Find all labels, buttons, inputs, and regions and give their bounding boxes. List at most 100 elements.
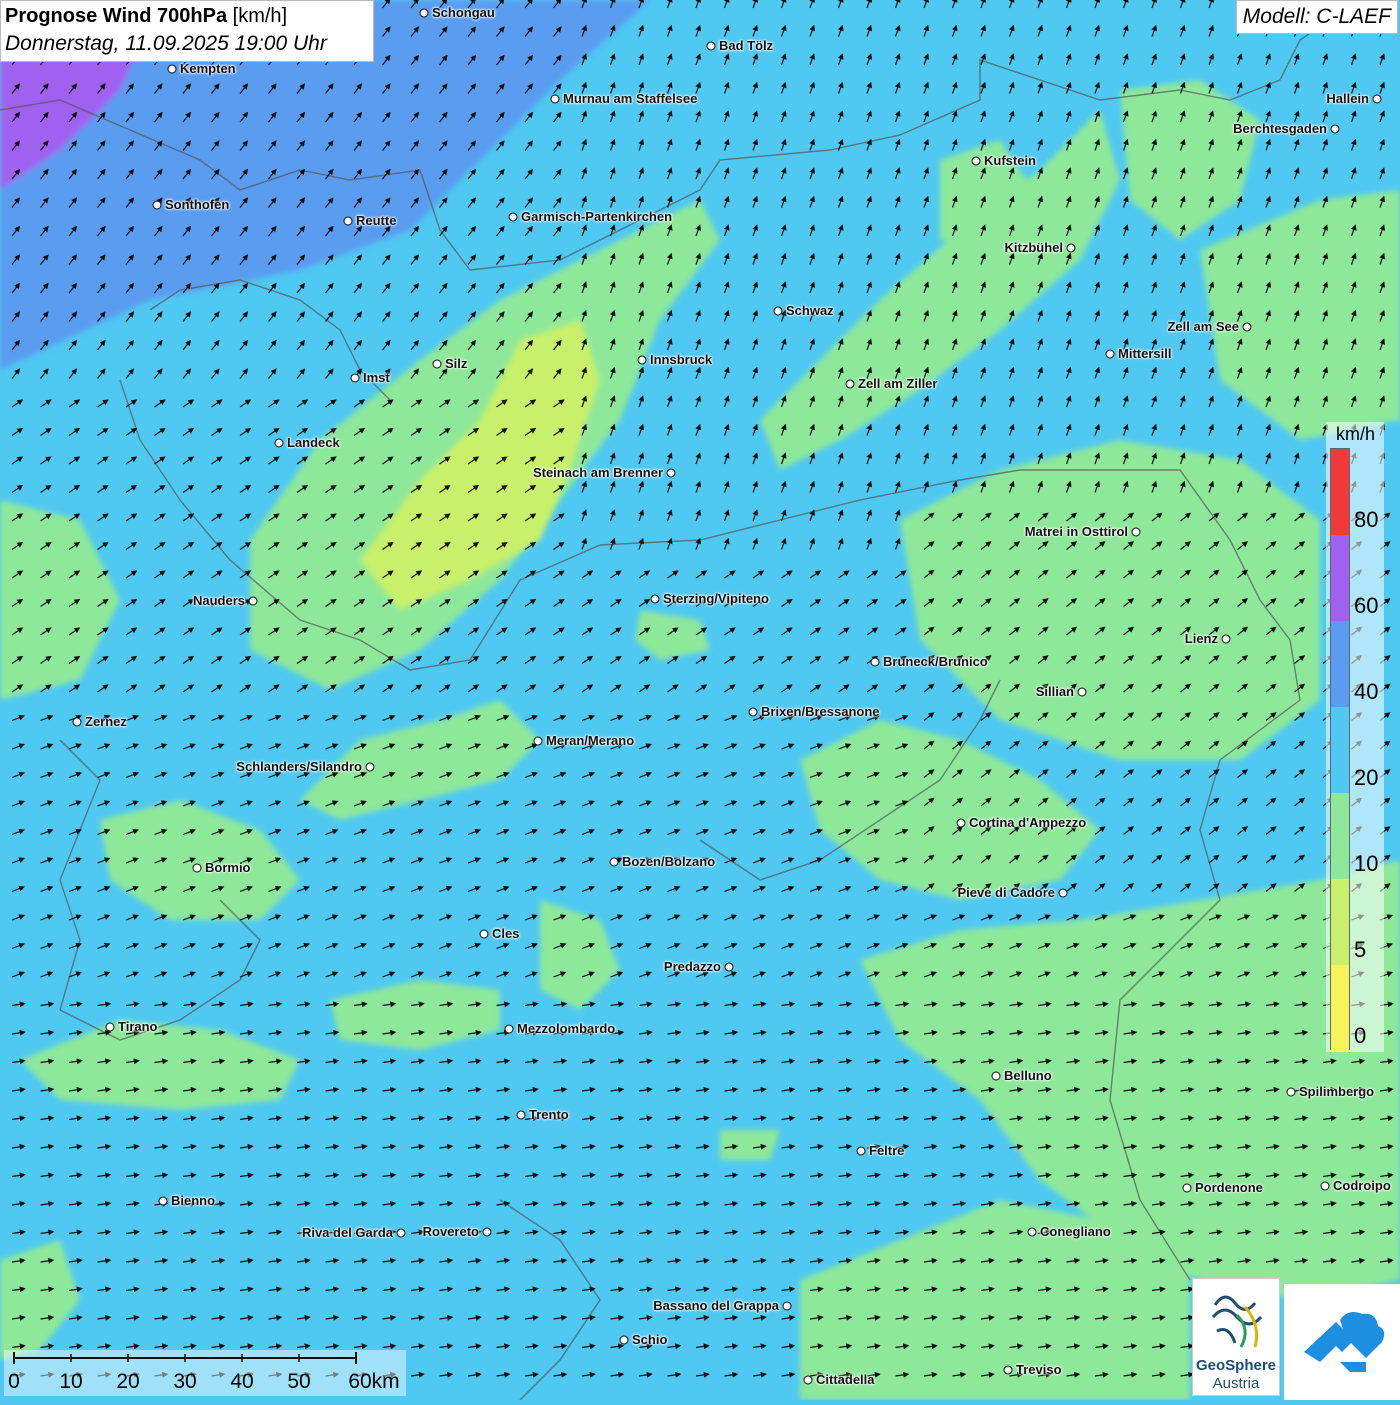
city-marker[interactable] <box>508 212 518 222</box>
city-label: Treviso <box>1016 1362 1062 1377</box>
city-marker[interactable] <box>343 216 353 226</box>
city-label: Schongau <box>432 5 495 20</box>
city-label: Schwaz <box>786 303 834 318</box>
legend-swatch <box>1331 793 1349 879</box>
city-marker[interactable] <box>1330 124 1340 134</box>
city-marker[interactable] <box>274 438 284 448</box>
city-label: Matrei in Osttirol <box>1024 524 1128 539</box>
city-label: Belluno <box>1004 1068 1052 1083</box>
city-marker[interactable] <box>609 857 619 867</box>
legend-swatch <box>1331 535 1349 621</box>
legend-tick-label: 5 <box>1354 937 1367 962</box>
city-marker[interactable] <box>1105 349 1115 359</box>
city-marker[interactable] <box>192 863 202 873</box>
city-label: Mittersill <box>1118 346 1172 361</box>
legend-tick-label: 10 <box>1354 851 1379 876</box>
city-marker[interactable] <box>1320 1181 1330 1191</box>
logo-name-line1: GeoSphere <box>1195 1357 1277 1374</box>
city-marker[interactable] <box>971 156 981 166</box>
city-marker[interactable] <box>856 1146 866 1156</box>
city-label: Predazzo <box>663 959 721 974</box>
city-marker[interactable] <box>72 717 82 727</box>
city-marker[interactable] <box>637 355 647 365</box>
city-marker[interactable] <box>1058 888 1068 898</box>
city-label: Pieve di Cadore <box>957 885 1055 900</box>
city-label: Reutte <box>356 213 397 228</box>
city-marker[interactable] <box>105 1022 115 1032</box>
logo-name-line2: Austria <box>1212 1375 1260 1392</box>
city-label: Zernez <box>85 714 127 729</box>
scale-label: 0 <box>8 1370 20 1393</box>
city-label: Cittadella <box>816 1372 875 1387</box>
city-marker[interactable] <box>516 1110 526 1120</box>
weather-app-logo[interactable] <box>1284 1284 1400 1400</box>
city-marker[interactable] <box>396 1228 406 1238</box>
city-marker[interactable] <box>158 1196 168 1206</box>
city-marker[interactable] <box>666 468 676 478</box>
city-marker[interactable] <box>803 1375 813 1385</box>
city-marker[interactable] <box>365 762 375 772</box>
city-label: Innsbruck <box>650 352 713 367</box>
legend-swatch <box>1331 879 1349 965</box>
city-label: Nauders <box>192 593 245 608</box>
city-marker[interactable] <box>650 594 660 604</box>
cloud-arrow-icon <box>1304 1312 1385 1372</box>
city-label: Pordenone <box>1195 1180 1263 1195</box>
scale-bar: 0 10 20 30 40 50 60km <box>4 1350 406 1396</box>
city-marker[interactable] <box>350 373 360 383</box>
city-label: Feltre <box>869 1143 905 1158</box>
city-label: Murnau am Staffelsee <box>563 91 698 106</box>
legend-swatch <box>1331 965 1349 1051</box>
scale-label: 40 <box>230 1370 254 1393</box>
city-label: Kempten <box>180 61 236 76</box>
city-marker[interactable] <box>1286 1087 1296 1097</box>
city-label: Sonthofen <box>165 197 230 212</box>
city-marker[interactable] <box>724 962 734 972</box>
city-marker[interactable] <box>1131 527 1141 537</box>
city-marker[interactable] <box>533 736 543 746</box>
legend-tick-label: 60 <box>1354 593 1379 618</box>
scale-label: 50 <box>287 1370 311 1393</box>
city-marker[interactable] <box>619 1335 629 1345</box>
city-label: Zell am See <box>1167 319 1239 334</box>
scale-label: 30 <box>173 1370 197 1393</box>
city-marker[interactable] <box>1221 634 1231 644</box>
city-marker[interactable] <box>482 1227 492 1237</box>
city-marker[interactable] <box>1066 243 1076 253</box>
legend-tick-label: 80 <box>1354 507 1379 532</box>
city-label: Garmisch-Partenkirchen <box>521 209 673 224</box>
city-marker[interactable] <box>870 657 880 667</box>
city-label: Sterzing/Vipiteno <box>663 591 769 606</box>
city-marker[interactable] <box>167 64 177 74</box>
city-label: Conegliano <box>1040 1224 1111 1239</box>
scale-label: 60km <box>348 1370 400 1393</box>
city-marker[interactable] <box>419 8 429 18</box>
city-marker[interactable] <box>782 1301 792 1311</box>
city-marker[interactable] <box>1242 322 1252 332</box>
city-marker[interactable] <box>152 200 162 210</box>
city-marker[interactable] <box>1182 1183 1192 1193</box>
city-label: Bormio <box>205 860 251 875</box>
city-marker[interactable] <box>706 41 716 51</box>
city-label: Spilimbergo <box>1299 1084 1375 1099</box>
city-marker[interactable] <box>248 596 258 606</box>
city-marker[interactable] <box>845 379 855 389</box>
city-marker[interactable] <box>504 1024 514 1034</box>
city-marker[interactable] <box>1077 687 1087 697</box>
city-marker[interactable] <box>748 707 758 717</box>
legend-tick-label: 20 <box>1354 765 1379 790</box>
city-label: Zell am Ziller <box>858 376 938 391</box>
city-marker[interactable] <box>432 359 442 369</box>
city-marker[interactable] <box>479 929 489 939</box>
city-marker[interactable] <box>1003 1365 1013 1375</box>
city-label: Bassano del Grappa <box>653 1298 779 1313</box>
city-marker[interactable] <box>1027 1227 1037 1237</box>
city-label: Rovereto <box>422 1224 479 1239</box>
city-marker[interactable] <box>1372 94 1382 104</box>
city-marker[interactable] <box>991 1071 1001 1081</box>
city-marker[interactable] <box>956 818 966 828</box>
city-marker[interactable] <box>773 306 783 316</box>
city-label: Cles <box>492 926 520 941</box>
geosphere-logo[interactable]: GeoSphere Austria <box>1192 1278 1280 1396</box>
city-marker[interactable] <box>550 94 560 104</box>
